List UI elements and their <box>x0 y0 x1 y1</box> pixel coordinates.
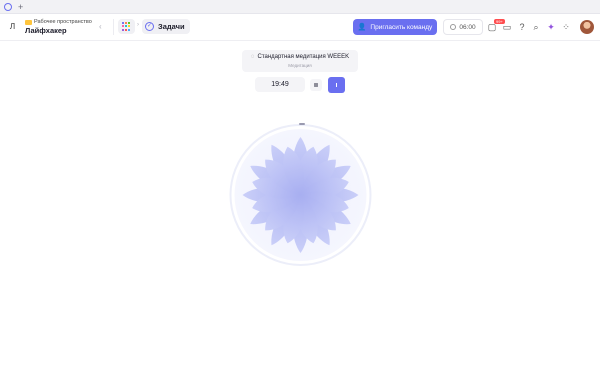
add-user-icon: 👤 <box>357 24 367 31</box>
meditation-subtitle: Медитация <box>288 63 312 68</box>
loading-icon: ◌ <box>250 54 255 60</box>
timer-icon <box>450 24 457 30</box>
workspace-badge-icon <box>25 19 32 25</box>
timer-value: 06:00 <box>459 23 476 31</box>
workspace-avatar[interactable]: Л <box>5 19 20 34</box>
grid-dots-icon[interactable]: ⁘ <box>561 22 571 32</box>
meditation-time: 19:49 <box>255 77 305 92</box>
apps-button[interactable] <box>118 19 135 34</box>
apps-grid-icon <box>122 22 131 31</box>
header-divider <box>113 19 114 35</box>
invite-team-label: Пригласить команду <box>370 23 433 31</box>
meditation-title-text: Стандартная медитация WEEEK <box>257 54 350 60</box>
browser-tab-strip: + <box>0 0 600 14</box>
app-header: Л Рабочее пространство Лайфхакер ‹ › ✓ З… <box>0 14 600 41</box>
breadcrumb-separator-icon: › <box>137 22 139 28</box>
pause-icon <box>336 83 337 87</box>
workspace-subtitle: Рабочее пространство <box>25 19 92 25</box>
tab-favicon-icon[interactable] <box>4 3 12 11</box>
breadcrumb-tasks-label: Задачи <box>158 22 185 31</box>
folder-icon[interactable]: ▭ <box>502 22 512 32</box>
new-tab-button[interactable]: + <box>18 1 23 13</box>
invite-team-button[interactable]: 👤 Пригласить команду <box>353 19 437 35</box>
collapse-sidebar-icon[interactable]: ‹ <box>99 22 102 31</box>
timer-button[interactable]: 06:00 <box>443 19 483 35</box>
search-icon[interactable]: ⌕ <box>531 22 541 32</box>
breadcrumb-tasks[interactable]: ✓ Задачи <box>142 19 190 34</box>
pause-button[interactable] <box>328 77 345 93</box>
meditation-flower <box>229 121 372 269</box>
user-avatar[interactable] <box>580 20 594 34</box>
workspace-name[interactable]: Лайфхакер <box>25 26 67 35</box>
sparkle-icon[interactable]: ✦ <box>546 22 556 32</box>
workspace-subtitle-text: Рабочее пространство <box>34 19 92 25</box>
meditation-card[interactable]: ◌ Стандартная медитация WEEEK Медитация <box>242 50 358 72</box>
lotus-icon <box>229 124 372 266</box>
help-icon[interactable]: ? <box>517 22 527 32</box>
tasks-check-icon: ✓ <box>145 22 154 31</box>
stop-icon <box>314 83 318 87</box>
flower-handle[interactable] <box>299 123 305 125</box>
meditation-title: ◌ Стандартная медитация WEEEK <box>242 54 358 60</box>
stop-button[interactable] <box>310 79 322 91</box>
